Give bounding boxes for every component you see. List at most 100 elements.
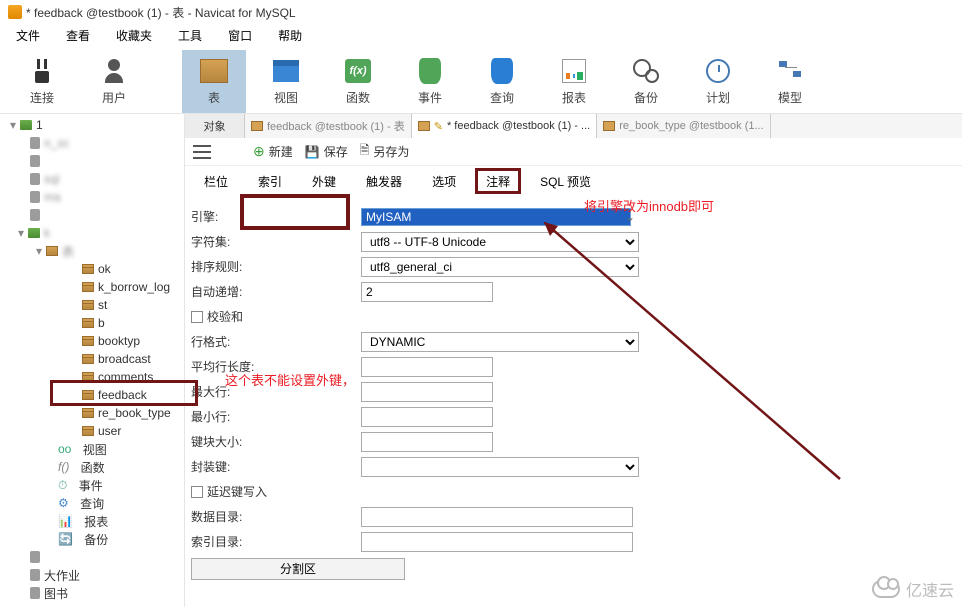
gears-icon xyxy=(633,59,659,83)
dtab-options[interactable]: 选项 xyxy=(417,168,471,194)
toolbar-query[interactable]: 查询 xyxy=(470,50,534,113)
view-icon xyxy=(273,60,299,82)
avgrow-label: 平均行长度: xyxy=(191,358,361,375)
tree-item[interactable]: b xyxy=(0,314,184,332)
tree-blur[interactable]: n_sc xyxy=(0,134,184,152)
tree-blur[interactable] xyxy=(0,152,184,170)
menu-tools[interactable]: 工具 xyxy=(166,24,214,46)
autoinc-input[interactable] xyxy=(361,282,493,302)
tree-blur[interactable] xyxy=(0,548,184,566)
tree-blur[interactable]: ma xyxy=(0,188,184,206)
toolbar-model[interactable]: 模型 xyxy=(758,50,822,113)
tree-item[interactable]: re_book_type xyxy=(0,404,184,422)
tab-rebooktype[interactable]: re_book_type @testbook (1... xyxy=(597,114,770,138)
toolbar-plan[interactable]: 计划 xyxy=(686,50,750,113)
tree-blur[interactable]: sql xyxy=(0,170,184,188)
menu-view[interactable]: 查看 xyxy=(54,24,102,46)
table-icon xyxy=(603,121,615,131)
title-bar: * feedback @testbook (1) - 表 - Navicat f… xyxy=(0,0,962,24)
tree-item[interactable]: comments xyxy=(0,368,184,386)
keyblock-input[interactable] xyxy=(361,432,493,452)
checksum-field[interactable]: 校验和 xyxy=(191,308,361,325)
new-button[interactable]: ⊕新建 xyxy=(253,143,293,160)
tree-blur[interactable]: ▾k xyxy=(0,224,184,242)
table-icon xyxy=(46,246,58,256)
maxrows-input[interactable] xyxy=(361,382,493,402)
tree-group-view[interactable]: oo 视图 xyxy=(0,440,184,458)
tree-conn-root[interactable]: ▾ 1 xyxy=(0,116,184,134)
partition-button[interactable]: 分割区 xyxy=(191,558,405,580)
tree-item-bottom[interactable]: 大作业 xyxy=(0,566,184,584)
menu-file[interactable]: 文件 xyxy=(4,24,52,46)
datadir-label: 数据目录: xyxy=(191,508,361,525)
packkeys-select[interactable] xyxy=(361,457,639,477)
tree-item[interactable]: k_borrow_log xyxy=(0,278,184,296)
tab-feedback-1[interactable]: feedback @testbook (1) - 表 xyxy=(245,114,412,138)
table-icon xyxy=(82,264,94,274)
hamburger-icon[interactable] xyxy=(193,145,211,159)
sidebar-tree[interactable]: ▾ 1 n_sc sql ma ▾k ▾表 ok k_borrow_log st… xyxy=(0,114,185,607)
db-icon xyxy=(30,209,40,221)
tab-feedback-edit[interactable]: ✎* feedback @testbook (1) - ... xyxy=(412,114,597,138)
tree-group-report[interactable]: 📊 报表 xyxy=(0,512,184,530)
saveas-button[interactable]: 🗎另存为 xyxy=(360,141,410,162)
dtab-fields[interactable]: 栏位 xyxy=(189,168,243,194)
avgrow-input[interactable] xyxy=(361,357,493,377)
toolbar-function[interactable]: f(x)函数 xyxy=(326,50,390,113)
menu-window[interactable]: 窗口 xyxy=(216,24,264,46)
plug-icon xyxy=(32,59,52,83)
checkbox-icon[interactable] xyxy=(191,311,203,323)
keyblock-label: 键块大小: xyxy=(191,433,361,450)
db-icon xyxy=(30,173,40,185)
tree-blur[interactable] xyxy=(0,206,184,224)
content-area: 对象 feedback @testbook (1) - 表 ✎* feedbac… xyxy=(185,114,962,607)
tree-item[interactable]: user xyxy=(0,422,184,440)
toolbar-report[interactable]: 报表 xyxy=(542,50,606,113)
table-icon xyxy=(82,354,94,364)
dtab-trigger[interactable]: 触发器 xyxy=(351,168,417,194)
tree-group-backup[interactable]: 🔄 备份 xyxy=(0,530,184,548)
model-icon xyxy=(777,59,803,83)
tree-item[interactable]: broadcast xyxy=(0,350,184,368)
dtab-comment[interactable]: 注释 xyxy=(471,168,525,194)
menu-favorites[interactable]: 收藏夹 xyxy=(104,24,164,46)
toolbar-event[interactable]: 事件 xyxy=(398,50,462,113)
tree-blur[interactable]: ▾表 xyxy=(0,242,184,260)
tree-group-query[interactable]: ⚙ 查询 xyxy=(0,494,184,512)
tree-item-feedback[interactable]: feedback xyxy=(0,386,184,404)
cloud-icon xyxy=(872,580,900,598)
collate-select[interactable]: utf8_general_ci xyxy=(361,257,639,277)
tree-item[interactable]: st xyxy=(0,296,184,314)
rowformat-select[interactable]: DYNAMIC xyxy=(361,332,639,352)
toolbar-backup[interactable]: 备份 xyxy=(614,50,678,113)
tab-objects[interactable]: 对象 xyxy=(185,114,245,138)
charset-select[interactable]: utf8 -- UTF-8 Unicode xyxy=(361,232,639,252)
table-icon xyxy=(82,408,94,418)
toolbar-table[interactable]: 表 xyxy=(182,50,246,113)
toolbar-view[interactable]: 视图 xyxy=(254,50,318,113)
datadir-input[interactable] xyxy=(361,507,633,527)
tree-group-event[interactable]: ⏱ 事件 xyxy=(0,476,184,494)
checkbox-icon[interactable] xyxy=(191,486,203,498)
dtab-fk[interactable]: 外键 xyxy=(297,168,351,194)
table-icon xyxy=(82,390,94,400)
minrows-input[interactable] xyxy=(361,407,493,427)
event-icon xyxy=(419,58,441,84)
indexdir-label: 索引目录: xyxy=(191,533,361,550)
dtab-index[interactable]: 索引 xyxy=(243,168,297,194)
menu-bar: 文件 查看 收藏夹 工具 窗口 帮助 xyxy=(0,24,962,46)
delaywrite-field[interactable]: 延迟键写入 xyxy=(191,483,361,500)
menu-help[interactable]: 帮助 xyxy=(266,24,314,46)
db-icon xyxy=(30,569,40,581)
tree-group-func[interactable]: f() 函数 xyxy=(0,458,184,476)
toolbar-user[interactable]: 用户 xyxy=(82,50,146,113)
indexdir-input[interactable] xyxy=(361,532,633,552)
toolbar-connection[interactable]: 连接 xyxy=(10,50,74,113)
db-icon xyxy=(20,120,32,130)
window-title: * feedback @testbook (1) - 表 - Navicat f… xyxy=(26,4,296,21)
save-button[interactable]: 💾保存 xyxy=(305,143,348,160)
dtab-sql[interactable]: SQL 预览 xyxy=(525,168,606,194)
tree-item[interactable]: ok xyxy=(0,260,184,278)
tree-item[interactable]: booktyp xyxy=(0,332,184,350)
tree-item-bottom2[interactable]: 图书 xyxy=(0,584,184,602)
